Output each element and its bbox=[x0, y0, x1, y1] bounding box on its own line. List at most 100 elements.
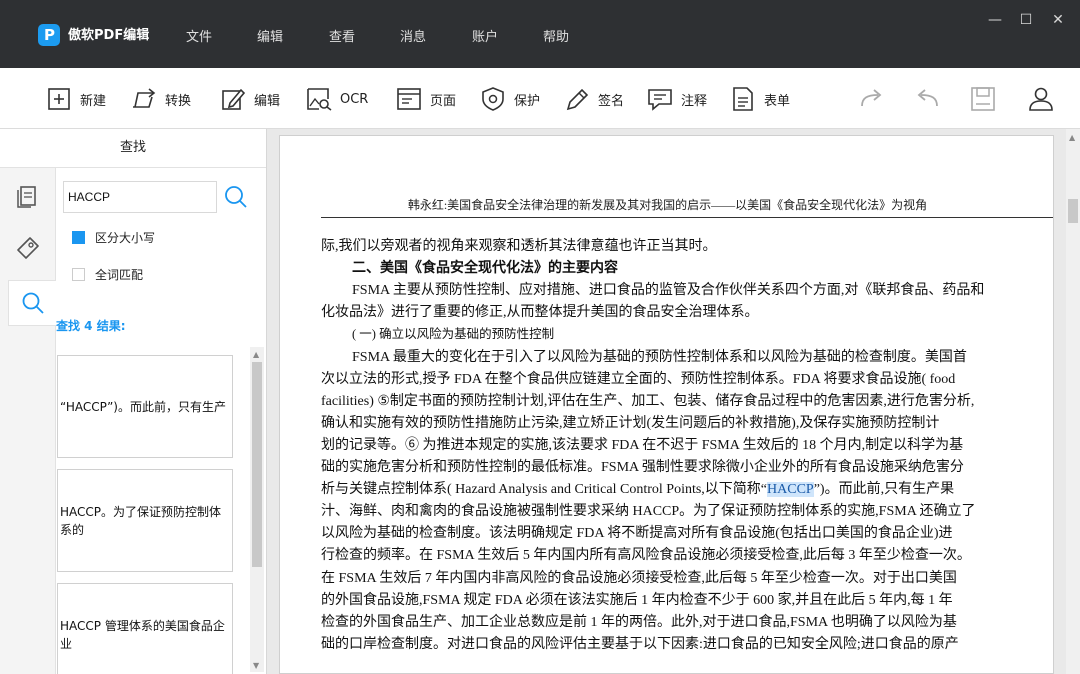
whole-word-checkbox[interactable] bbox=[72, 267, 85, 281]
document-scrollbar[interactable]: ▲ bbox=[1066, 129, 1080, 674]
app-logo-icon: P bbox=[38, 24, 60, 46]
text-run: 汁、海鲜、肉和禽肉的食品设施被强制性要求采纳 HACCP。为了保证预防控制体系的… bbox=[321, 504, 976, 520]
text-run: 在 FSMA 生效后 7 年内国内非高风险的食品设施必须接受检查,此后每 5 年… bbox=[321, 570, 957, 586]
text-run: ”)。而此前,只有生产果 bbox=[813, 482, 955, 498]
search-tab[interactable] bbox=[8, 280, 56, 326]
bookmarks-tab[interactable] bbox=[8, 228, 48, 268]
search-button-icon[interactable] bbox=[224, 185, 248, 209]
text-run: 际,我们以旁观者的视角来观察和透析其法律意蕴也许正当其时。 bbox=[321, 239, 717, 254]
menu-help[interactable]: 帮助 bbox=[543, 26, 569, 45]
edit-label: 编辑 bbox=[254, 93, 281, 109]
search-results-list: “HACCP”)。而此前，只有生产 HACCP。为了保证预防控制体系的 HACC… bbox=[56, 347, 250, 674]
search-result-item[interactable]: HACCP。为了保证预防控制体系的 bbox=[57, 469, 233, 572]
panel-title: 查找 bbox=[0, 129, 266, 168]
text-line: 在 FSMA 生效后 7 年内国内非高风险的食品设施必须接受检查,此后每 5 年… bbox=[321, 567, 1031, 587]
shield-icon bbox=[482, 87, 504, 111]
maximize-button[interactable]: ☐ bbox=[1016, 12, 1036, 32]
text-line: 础的实施危害分析和预防性控制的最低标准。FSMA 强制性要求除微小企业外的所有食… bbox=[321, 456, 1031, 476]
text-run: 行检查的频率。在 FSMA 生效后 5 年内国内所有高风险食品设施必须接受检查,… bbox=[321, 548, 971, 564]
search-result-item[interactable]: HACCP 管理体系的美国食品企业 bbox=[57, 583, 233, 674]
text-line: 化妆品法》进行了重要的修正,从而整体提升美国的食品安全治理体系。 bbox=[321, 301, 1031, 321]
document-scroll-thumb[interactable] bbox=[1068, 199, 1078, 223]
toolbar: 新建 转换 编辑 OCR 页面 保护 签名 注释 表单 bbox=[0, 68, 1080, 129]
text-line: facilities) ⑤制定书面的预防控制计划,评估在生产、加工、包装、储存食… bbox=[321, 390, 1031, 410]
scroll-up-arrow-icon[interactable]: ▲ bbox=[253, 350, 259, 359]
text-line: 行检查的频率。在 FSMA 生效后 5 年内国内所有高风险食品设施必须接受检查,… bbox=[321, 544, 1031, 564]
scroll-down-arrow-icon[interactable]: ▼ bbox=[253, 661, 259, 670]
text-line: FSMA 最重大的变化在于引入了以风险为基础的预防性控制体系和以风险为基础的检查… bbox=[352, 346, 1031, 366]
pdf-page: 韩永红:美国食品安全法律治理的新发展及其对我国的启示——以美国《食品安全现代化法… bbox=[279, 135, 1054, 674]
text-run: 的外国食品设施,FSMA 规定 FDA 必须在该法实施后 1 年内检查不少于 6… bbox=[321, 592, 953, 608]
menu-view[interactable]: 查看 bbox=[329, 26, 355, 45]
menu-account[interactable]: 账户 bbox=[472, 26, 498, 45]
text-line: 划的记录等。⑥ 为推进本规定的实施,该法要求 FDA 在不迟于 FSMA 生效后… bbox=[321, 434, 1031, 454]
menu-messages[interactable]: 消息 bbox=[400, 26, 426, 45]
sign-button[interactable]: 签名 bbox=[564, 87, 624, 111]
case-sensitive-checkbox[interactable] bbox=[72, 230, 85, 244]
search-result-item[interactable]: “HACCP”)。而此前，只有生产 bbox=[57, 355, 233, 458]
minimize-button[interactable]: — bbox=[985, 12, 1005, 32]
convert-icon bbox=[133, 88, 156, 108]
text-line: 次以立法的形式,授予 FDA 在整个食品供应链建立全面的、预防性控制体系。FDA… bbox=[321, 368, 1031, 388]
text-run: 析与关键点控制体系( Hazard Analysis and Critical … bbox=[321, 482, 768, 498]
case-sensitive-option[interactable]: 区分大小写 bbox=[72, 228, 155, 246]
whole-word-option[interactable]: 全词匹配 bbox=[72, 265, 143, 283]
page-button[interactable]: 页面 bbox=[396, 87, 456, 111]
text-line: ( 一) 确立以风险为基础的预防性控制 bbox=[352, 323, 1031, 342]
menu-file[interactable]: 文件 bbox=[186, 26, 212, 45]
search-panel: 查找 区分大小写 全词匹配 查找 4 结果: “HACCP”)。而此前，只有生产… bbox=[0, 129, 267, 674]
sign-label: 签名 bbox=[598, 93, 625, 109]
user-icon[interactable] bbox=[1028, 86, 1054, 112]
plus-square-icon bbox=[48, 88, 70, 110]
text-run: FSMA 最重大的变化在于引入了以风险为基础的预防性控制体系和以风险为基础的检查… bbox=[352, 349, 967, 365]
text-line: 检查的外国食品生产、加工企业总数应是前 1 年的两倍。此外,对于进口食品,FSM… bbox=[321, 611, 1031, 631]
save-icon[interactable] bbox=[970, 86, 996, 112]
close-button[interactable]: ✕ bbox=[1048, 12, 1068, 32]
protect-label: 保护 bbox=[514, 93, 541, 109]
search-input[interactable] bbox=[63, 181, 217, 213]
page-icon bbox=[397, 88, 421, 110]
text-run: facilities) ⑤制定书面的预防控制计划,评估在生产、加工、包装、储存食… bbox=[321, 393, 975, 409]
ocr-label: OCR bbox=[340, 91, 369, 107]
new-label: 新建 bbox=[80, 93, 107, 109]
results-scrollbar[interactable]: ▲ ▼ bbox=[250, 347, 264, 672]
annotate-label: 注释 bbox=[681, 93, 708, 109]
text-line: 确认和实施有效的预防性措施防止污染,建立矫正计划(发生问题后的补救措施),及保存… bbox=[321, 412, 1031, 432]
text-run: 检查的外国食品生产、加工企业总数应是前 1 年的两倍。此外,对于进口食品,FSM… bbox=[321, 614, 957, 630]
doc-scroll-up-arrow-icon[interactable]: ▲ bbox=[1069, 133, 1075, 142]
text-run: 以风险为基础的检查制度。该法明确规定 FDA 将不断提高对所有食品设施(包括出口… bbox=[321, 526, 953, 542]
text-line: 础的口岸检查制度。对进口食品的风险评估主要基于以下因素:进口食品的已知安全风险;… bbox=[321, 633, 1031, 653]
edit-button[interactable]: 编辑 bbox=[220, 87, 280, 111]
title-bar: P 傲软PDF编辑 文件 编辑 查看 消息 账户 帮助 — ☐ ✕ bbox=[0, 0, 1080, 68]
edit-icon bbox=[222, 88, 246, 110]
ocr-button[interactable]: OCR bbox=[306, 87, 368, 111]
redo-icon[interactable] bbox=[859, 86, 885, 112]
result-count: 查找 4 结果: bbox=[56, 319, 126, 333]
form-icon bbox=[733, 87, 753, 111]
results-scroll-thumb[interactable] bbox=[252, 362, 262, 567]
bookmark-tag-icon bbox=[17, 237, 39, 259]
thumbnails-tab[interactable] bbox=[8, 176, 48, 216]
text-line: 的外国食品设施,FSMA 规定 FDA 必须在该法实施后 1 年内检查不少于 6… bbox=[321, 589, 1031, 609]
form-button[interactable]: 表单 bbox=[730, 87, 790, 111]
text-line: FSMA 主要从预防性控制、应对措施、进口食品的监管及合作伙伴关系四个方面,对《… bbox=[352, 279, 1031, 299]
convert-button[interactable]: 转换 bbox=[131, 87, 191, 111]
text-run: 划的记录等。⑥ 为推进本规定的实施,该法要求 FDA 在不迟于 FSMA 生效后… bbox=[321, 437, 964, 453]
undo-icon[interactable] bbox=[914, 86, 940, 112]
text-line: 二、美国《食品安全现代化法》的主要内容 bbox=[352, 257, 1031, 277]
thumbnails-icon bbox=[17, 186, 36, 208]
text-run: ( 一) 确立以风险为基础的预防性控制 bbox=[352, 327, 555, 342]
text-line: 以风险为基础的检查制度。该法明确规定 FDA 将不断提高对所有食品设施(包括出口… bbox=[321, 522, 1031, 542]
menu-edit[interactable]: 编辑 bbox=[257, 26, 283, 45]
text-run: 础的口岸检查制度。对进口食品的风险评估主要基于以下因素:进口食品的已知安全风险;… bbox=[321, 636, 959, 652]
text-line: 际,我们以旁观者的视角来观察和透析其法律意蕴也许正当其时。 bbox=[321, 235, 1031, 255]
new-button[interactable]: 新建 bbox=[46, 87, 106, 111]
annotate-button[interactable]: 注释 bbox=[647, 87, 707, 111]
case-sensitive-label: 区分大小写 bbox=[95, 230, 156, 245]
text-run: 化妆品法》进行了重要的修正,从而整体提升美国的食品安全治理体系。 bbox=[321, 305, 759, 321]
search-highlight[interactable]: HACCP bbox=[767, 482, 814, 498]
app-name: 傲软PDF编辑 bbox=[68, 28, 150, 43]
text-run: FSMA 主要从预防性控制、应对措施、进口食品的监管及合作伙伴关系四个方面,对《… bbox=[352, 283, 985, 299]
side-icon-bar bbox=[0, 168, 56, 674]
protect-button[interactable]: 保护 bbox=[480, 87, 540, 111]
